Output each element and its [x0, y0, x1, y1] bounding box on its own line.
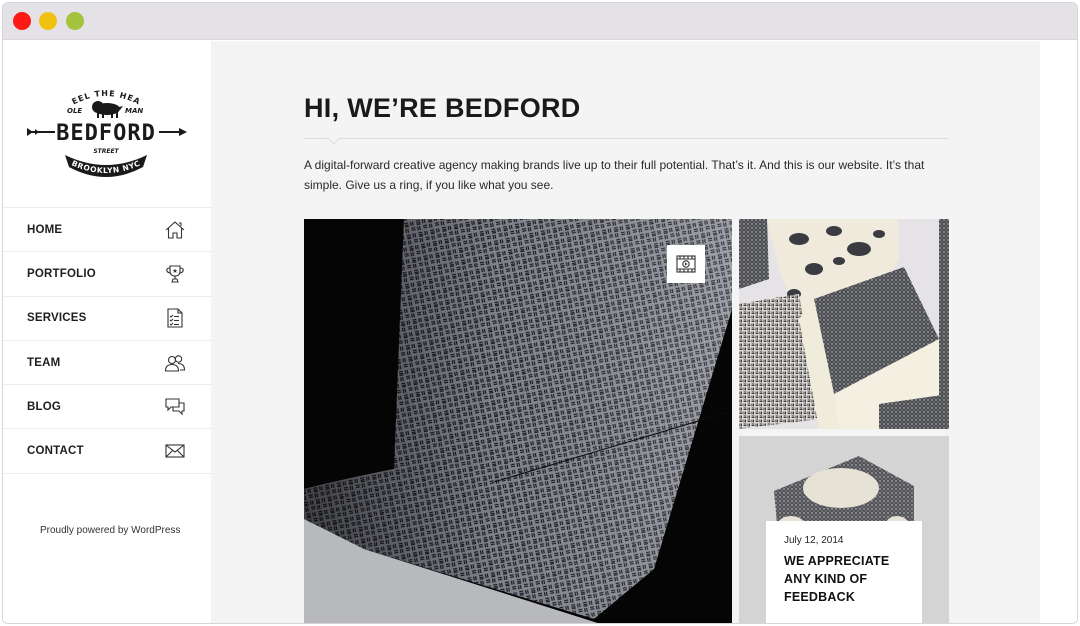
- post-title[interactable]: WE APPRECIATE ANY KIND OF FEEDBACK: [784, 552, 904, 606]
- arrow-right-icon: [159, 128, 187, 136]
- page-right-margin: [1040, 41, 1077, 623]
- bison-icon: [92, 101, 123, 118]
- checklist-icon: [164, 307, 186, 329]
- svg-text:FEEL THE HEAT: FEEL THE HEAT: [21, 83, 142, 107]
- post-date: July 12, 2014: [784, 535, 844, 546]
- page-title: HI, WE’RE BEDFORD: [304, 93, 581, 123]
- intro-text: A digital-forward creative agency making…: [304, 158, 925, 192]
- blog-post-tile[interactable]: July 12, 2014 WE APPRECIATE ANY KIND OF …: [739, 436, 949, 623]
- blog-post-card[interactable]: July 12, 2014 WE APPRECIATE ANY KIND OF …: [766, 521, 922, 623]
- main-navigation: HOME PORTFOLIO SERVICES TEAM BLOG CONTAC…: [3, 207, 211, 474]
- video-badge[interactable]: [667, 245, 705, 283]
- trophy-icon: [164, 263, 186, 285]
- browser-window: FEEL THE HEAT OLE MAN BEDFORD: [2, 2, 1078, 624]
- post-title-line: FEEDBACK: [784, 590, 856, 604]
- home-icon: [164, 219, 186, 241]
- nav-item-contact[interactable]: CONTACT: [3, 429, 211, 474]
- team-icon: [164, 352, 186, 374]
- nav-item-label: SERVICES: [27, 312, 87, 325]
- chat-bubbles-icon: [164, 396, 186, 418]
- title-divider-notch: [326, 130, 342, 145]
- site-logo[interactable]: FEEL THE HEAT OLE MAN BEDFORD: [18, 76, 191, 183]
- nav-item-team[interactable]: TEAM: [3, 341, 211, 386]
- logo-street-text: STREET: [93, 148, 119, 155]
- portfolio-tile-cubes[interactable]: [739, 219, 949, 429]
- video-icon: [676, 255, 696, 273]
- logo-name: BEDFORD: [56, 121, 156, 146]
- title-divider: [304, 138, 949, 139]
- nav-item-label: TEAM: [27, 356, 61, 369]
- logo-left-text: OLE: [67, 107, 82, 115]
- minimize-window-button[interactable]: [39, 12, 57, 30]
- window-titlebar: [3, 3, 1077, 40]
- post-title-line: WE APPRECIATE: [784, 554, 890, 568]
- svg-text:BROOKLYN NYC: BROOKLYN NYC: [70, 159, 141, 176]
- nav-item-services[interactable]: SERVICES: [3, 297, 211, 341]
- envelope-icon: [164, 440, 186, 462]
- nav-item-label: BLOG: [27, 400, 62, 413]
- post-title-line: ANY KIND OF: [784, 572, 868, 586]
- bedford-logo-icon: FEEL THE HEAT OLE MAN BEDFORD: [18, 76, 187, 177]
- close-window-button[interactable]: [13, 12, 31, 30]
- foam-cubes-photo: [739, 219, 949, 429]
- nav-item-label: PORTFOLIO: [27, 267, 96, 280]
- logo-right-text: MAN: [125, 107, 143, 115]
- main-content: HI, WE’RE BEDFORD A digital-forward crea…: [211, 41, 1040, 623]
- nav-item-home[interactable]: HOME: [3, 208, 211, 253]
- sidebar: FEEL THE HEAT OLE MAN BEDFORD: [3, 41, 211, 623]
- powered-by-text: Proudly powered by WordPress: [40, 525, 181, 536]
- arrow-left-icon: [27, 128, 55, 136]
- nav-item-label: CONTACT: [27, 445, 84, 458]
- nav-item-label: HOME: [27, 223, 63, 236]
- maximize-window-button[interactable]: [66, 12, 84, 30]
- logo-top-text: FEEL THE HEAT: [18, 76, 141, 107]
- portfolio-tile-video[interactable]: [304, 219, 732, 623]
- nav-item-blog[interactable]: BLOG: [3, 385, 211, 430]
- logo-banner-text: BROOKLYN NYC: [70, 159, 141, 176]
- nav-item-portfolio[interactable]: PORTFOLIO: [3, 252, 211, 297]
